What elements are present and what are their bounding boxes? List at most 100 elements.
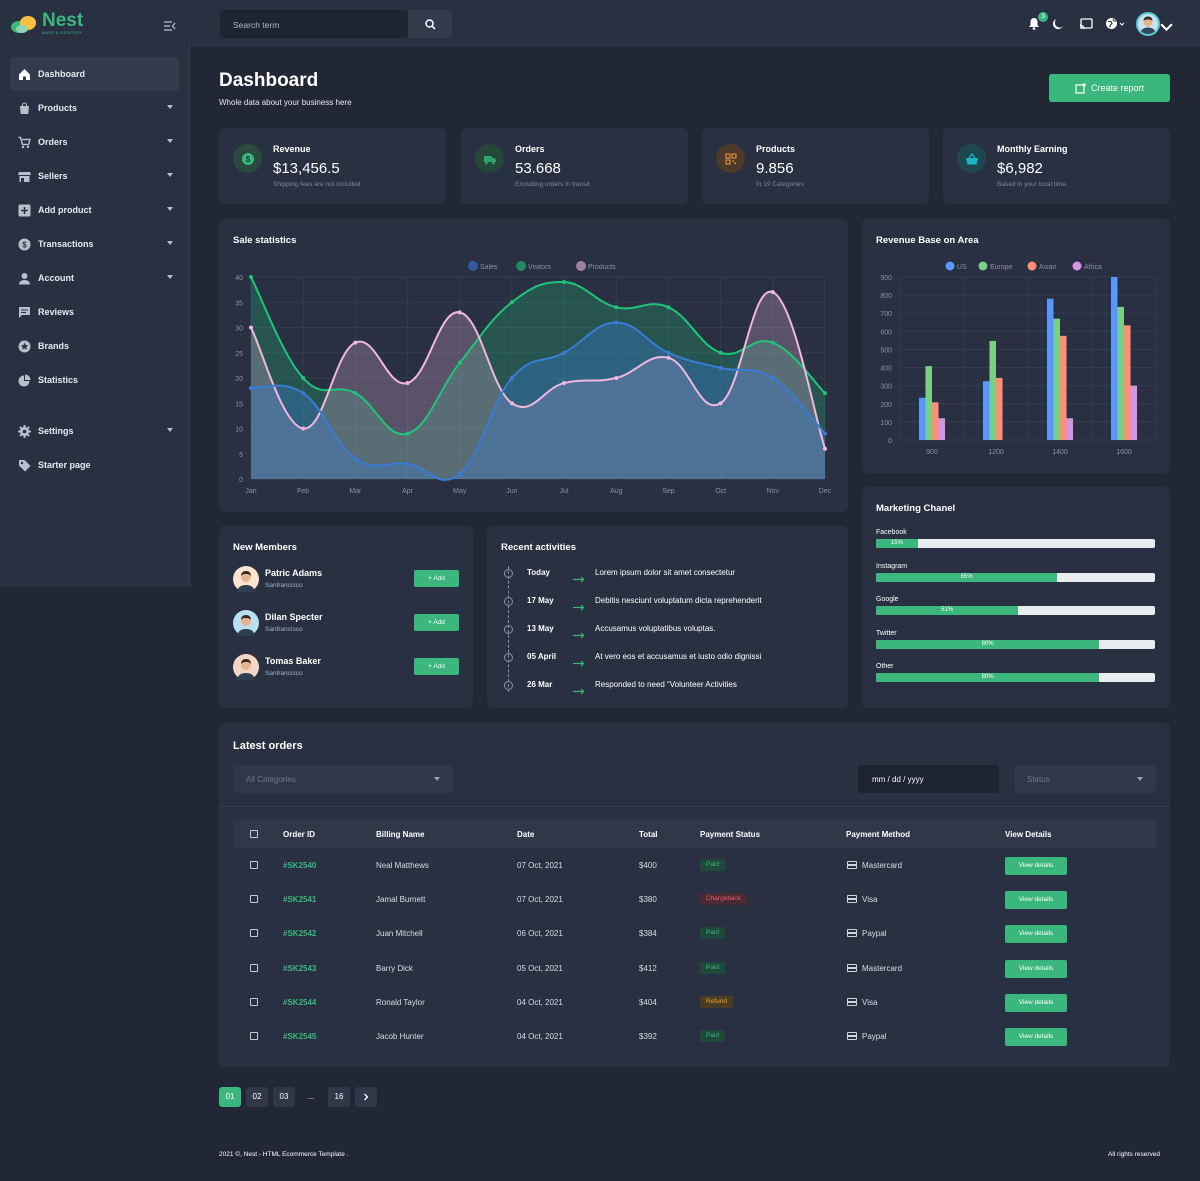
y-tick-label: 500 — [880, 347, 892, 354]
y-tick-label: 300 — [880, 384, 892, 391]
user-avatar[interactable] — [1136, 12, 1160, 36]
legend-marker — [945, 261, 955, 271]
sidebar-item-sellers[interactable]: Sellers — [10, 159, 179, 193]
dollar-circle-icon: $ — [233, 144, 262, 173]
row-checkbox[interactable] — [250, 1032, 258, 1040]
order-id-link[interactable]: #SK2542 — [283, 929, 316, 938]
sidebar-item-transactions[interactable]: $ Transactions — [10, 227, 179, 261]
order-date: 04 Oct, 2021 — [517, 1032, 563, 1041]
channel-label: Twitter — [876, 629, 897, 637]
legend-label: Asian — [1039, 264, 1057, 271]
view-details-button[interactable]: View details — [1005, 857, 1067, 875]
page-title: Dashboard — [219, 70, 319, 91]
y-tick-label: 5 — [239, 452, 243, 459]
view-details-button[interactable]: View details — [1005, 1028, 1067, 1046]
footer-copyright: 2021 ©, Nest - HTML Ecommerce Template . — [219, 1151, 349, 1158]
add-member-button[interactable]: + Add — [414, 658, 459, 675]
sidebar-item-account[interactable]: Account — [10, 261, 179, 295]
select-all-checkbox[interactable] — [250, 830, 258, 838]
search-input[interactable]: Search term — [220, 10, 408, 38]
activity-text: Lorem ipsum dolor sit amet consectetur — [595, 568, 736, 577]
point-visitors — [666, 305, 671, 310]
marketing-channel-title: Marketing Chanel — [876, 503, 956, 514]
member-item: Dilan Specter Sanfrancisco + Add — [233, 610, 463, 640]
activity-item: Today Lorem ipsum dolor sit amet consecte… — [487, 566, 827, 583]
page-button[interactable]: 02 — [246, 1087, 268, 1107]
sidebar-item-statistics[interactable]: Statistics — [10, 363, 179, 397]
column-header: View Details — [1005, 830, 1052, 839]
sidebar-item-reviews[interactable]: Reviews — [10, 295, 179, 329]
sidebar-item-dashboard[interactable]: Dashboard — [10, 57, 179, 91]
billing-name: Juan Mitchell — [376, 929, 423, 939]
activity-date: 26 Mar — [527, 680, 553, 689]
sidebar-item-brands[interactable]: Brands — [10, 329, 179, 363]
sidebar-item-orders[interactable]: Orders — [10, 125, 179, 159]
status-select[interactable]: Status — [1014, 765, 1156, 793]
search-button[interactable] — [408, 10, 452, 38]
credit-card-icon — [847, 997, 857, 1006]
page-button[interactable]: 01 — [219, 1087, 241, 1107]
cast-icon[interactable] — [1078, 16, 1093, 31]
row-checkbox[interactable] — [250, 861, 258, 869]
sidebar-item-settings[interactable]: Settings — [10, 414, 179, 448]
next-page-button[interactable] — [355, 1087, 377, 1107]
view-details-button[interactable]: View details — [1005, 891, 1067, 910]
x-tick-label: Mar — [349, 488, 362, 495]
legend-marker — [978, 261, 988, 271]
order-id-link[interactable]: #SK2541 — [283, 895, 316, 904]
point-visitors — [249, 275, 253, 279]
y-tick-label: 25 — [235, 351, 243, 358]
create-report-icon — [1075, 82, 1086, 94]
point-visitors — [718, 350, 723, 355]
view-details-button[interactable]: View details — [1005, 993, 1067, 1012]
row-checkbox[interactable] — [250, 997, 258, 1006]
svg-text:$: $ — [22, 240, 27, 249]
qr-icon — [716, 144, 745, 173]
add-member-button[interactable]: + Add — [414, 570, 459, 587]
category-select[interactable]: All Categories — [233, 765, 453, 793]
activity-item: 26 Mar Responded to need “Volunteer Activ… — [487, 678, 827, 695]
member-location: Sanfrancisco — [265, 626, 303, 633]
language-globe-icon[interactable] — [1104, 16, 1128, 31]
chevron-down-icon[interactable] — [1159, 20, 1174, 35]
collapse-menu-icon[interactable] — [164, 18, 176, 36]
billing-name: Jacob Hunter — [376, 1032, 424, 1041]
brand-tagline: MART & GROCERY — [42, 30, 83, 35]
brand-logo[interactable]: Nest MART & GROCERY — [10, 11, 83, 35]
page-button[interactable]: 16 — [328, 1087, 350, 1107]
moon-icon[interactable] — [1051, 16, 1066, 31]
channel-progress-fill: 80% — [876, 673, 1100, 682]
sidebar-item-starter-page[interactable]: Starter page — [10, 448, 179, 482]
row-checkbox[interactable] — [250, 963, 258, 972]
date-input[interactable]: mm / dd / yyyy — [858, 765, 999, 793]
point-products — [353, 340, 358, 345]
x-tick-label: 1600 — [1116, 449, 1132, 456]
row-checkbox[interactable] — [250, 895, 258, 904]
channel-label: Google — [876, 596, 899, 603]
order-id-link[interactable]: #SK2543 — [283, 964, 316, 973]
column-header: Payment Status — [700, 830, 761, 839]
channel-progress-bar: 51% — [876, 606, 1155, 615]
order-id-link[interactable]: #SK2544 — [283, 998, 316, 1007]
sale-statistics-card: Sale statistics 0 5 10 15 20 25 30 35 40 Jan Feb Ma… — [219, 219, 848, 512]
create-report-button[interactable]: Create report — [1049, 74, 1170, 102]
row-checkbox[interactable] — [250, 929, 258, 938]
legend-marker — [516, 261, 526, 271]
order-id-link[interactable]: #SK2540 — [283, 861, 316, 870]
order-id-link[interactable]: #SK2545 — [283, 1032, 316, 1041]
order-total: $380 — [639, 895, 657, 905]
credit-card-icon — [847, 929, 857, 938]
channel-label: Facebook — [876, 529, 907, 536]
sidebar-item-label: Statistics — [38, 375, 79, 385]
payment-method: Mastercard — [862, 861, 903, 870]
sidebar-item-products[interactable]: Products — [10, 91, 179, 125]
view-details-button[interactable]: View details — [1005, 925, 1067, 944]
sidebar-item-add-product[interactable]: Add product — [10, 193, 179, 227]
sidebar-item-label: Account — [38, 273, 74, 283]
add-member-button[interactable]: + Add — [414, 614, 459, 631]
page-button[interactable]: 03 — [273, 1087, 295, 1107]
x-tick-label: Apr — [402, 488, 414, 495]
y-tick-label: 15 — [235, 401, 243, 408]
y-tick-label: 400 — [880, 366, 892, 373]
view-details-button[interactable]: View details — [1005, 959, 1067, 978]
